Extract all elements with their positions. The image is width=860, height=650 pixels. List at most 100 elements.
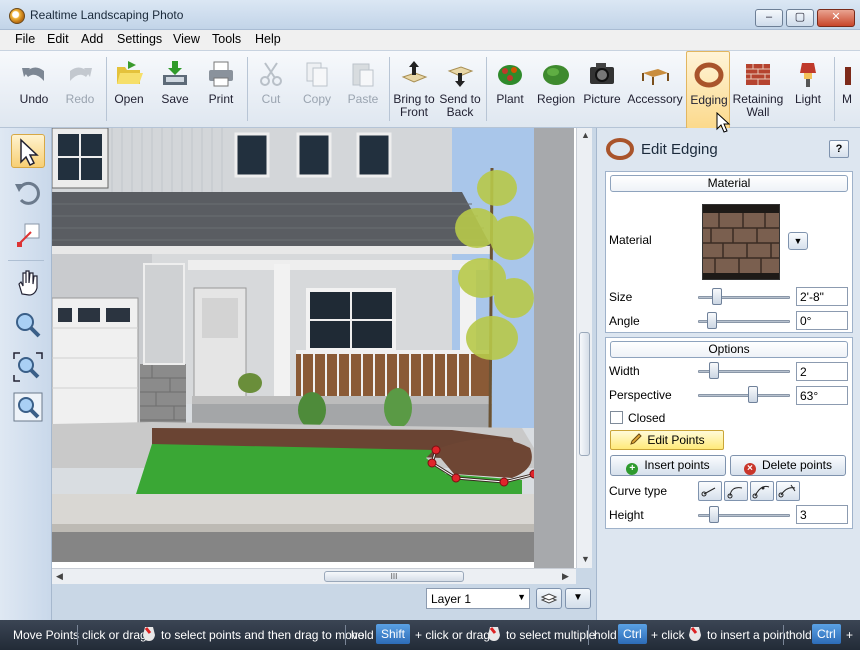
height-field[interactable]: 3 xyxy=(796,505,848,524)
curve-arc-button[interactable] xyxy=(724,481,748,501)
resize-tool[interactable] xyxy=(11,218,45,252)
tool-palette xyxy=(0,128,52,620)
maximize-button[interactable]: ▢ xyxy=(786,9,814,27)
undo-button[interactable]: Undo xyxy=(8,51,60,129)
help-button[interactable]: ? xyxy=(829,140,849,158)
closed-checkbox[interactable] xyxy=(610,411,623,424)
perspective-field[interactable]: 63° xyxy=(796,386,848,405)
zoom-tool[interactable] xyxy=(11,308,45,342)
layers-button[interactable] xyxy=(536,588,562,609)
house-photo-image xyxy=(52,128,534,562)
material-group: Material Material ▼ Size 2'-8" Angle 0° xyxy=(605,171,853,333)
accessory-button[interactable]: Accessory xyxy=(627,51,683,129)
mouse-left-click-icon xyxy=(689,627,701,641)
menu-tools[interactable]: Tools xyxy=(212,32,241,46)
curve-bezier-button[interactable] xyxy=(776,481,800,501)
curve-arc-icon xyxy=(727,487,743,499)
more-toolbar-button[interactable]: M xyxy=(836,51,860,129)
size-field[interactable]: 2'-8" xyxy=(796,287,848,306)
close-button[interactable]: ✕ xyxy=(817,9,855,27)
layer-select-value: Layer 1 xyxy=(431,592,472,606)
camera-icon xyxy=(590,63,614,84)
window-title: Realtime Landscaping Photo xyxy=(30,8,184,22)
minimize-button[interactable]: – xyxy=(755,9,783,27)
photo-canvas[interactable] xyxy=(52,128,592,568)
zoom-region-tool[interactable] xyxy=(11,350,45,384)
panel-title: Edit Edging xyxy=(641,141,718,158)
size-slider-thumb[interactable] xyxy=(712,288,722,305)
delete-points-button[interactable]: × Delete points xyxy=(730,455,846,476)
material-dropdown-button[interactable]: ▼ xyxy=(788,232,808,250)
retaining-wall-button[interactable]: Retaining Wall xyxy=(732,51,784,129)
resize-icon xyxy=(17,223,40,247)
material-preview[interactable] xyxy=(702,204,780,280)
width-slider-thumb[interactable] xyxy=(709,362,719,379)
ctrl-key-badge: Ctrl xyxy=(812,624,841,644)
save-button[interactable]: Save xyxy=(149,51,201,129)
scroll-up-icon[interactable]: ▲ xyxy=(581,130,590,140)
house-photo[interactable] xyxy=(52,128,534,562)
hand-icon xyxy=(18,270,38,296)
redo-button[interactable]: Redo xyxy=(54,51,106,129)
layers-icon xyxy=(540,593,558,604)
plant-button[interactable]: Plant xyxy=(484,51,536,129)
mouse-cursor-icon xyxy=(716,112,731,133)
angle-field[interactable]: 0° xyxy=(796,311,848,330)
curve-straight-icon xyxy=(701,487,716,497)
status-mode: Move Points xyxy=(13,628,80,642)
region-icon xyxy=(543,65,569,85)
menu-settings[interactable]: Settings xyxy=(117,32,162,46)
scroll-down-icon[interactable]: ▼ xyxy=(581,554,590,564)
paste-button[interactable]: Paste xyxy=(337,51,389,129)
scroll-right-icon[interactable]: ▶ xyxy=(562,571,569,582)
lamp-icon xyxy=(800,63,816,87)
menu-edit[interactable]: Edit xyxy=(47,32,69,46)
height-slider-thumb[interactable] xyxy=(709,506,719,523)
shift-key-badge: Shift xyxy=(376,624,411,644)
panel-header: Edit Edging ? xyxy=(597,128,860,168)
more-icon xyxy=(845,67,851,85)
x-circle-icon: × xyxy=(743,463,756,475)
select-tool[interactable] xyxy=(11,134,45,168)
horizontal-scroll-thumb[interactable]: III xyxy=(324,571,464,582)
curve-line-button[interactable] xyxy=(698,481,722,501)
perspective-slider[interactable] xyxy=(698,394,790,397)
vertical-scroll-thumb[interactable] xyxy=(579,332,590,456)
scroll-left-icon[interactable]: ◀ xyxy=(56,571,63,582)
menu-view[interactable]: View xyxy=(173,32,200,46)
print-button[interactable]: Print xyxy=(195,51,247,129)
region-button[interactable]: Region xyxy=(530,51,582,129)
horizontal-scrollbar[interactable]: ◀ III ▶ xyxy=(52,568,576,584)
cut-button[interactable]: Cut xyxy=(245,51,297,129)
menu-add[interactable]: Add xyxy=(81,32,103,46)
insert-points-button[interactable]: + Insert points xyxy=(610,455,726,476)
light-button[interactable]: Light xyxy=(782,51,834,129)
menu-help[interactable]: Help xyxy=(255,32,281,46)
perspective-slider-thumb[interactable] xyxy=(748,386,758,403)
zoom-fit-tool[interactable] xyxy=(11,390,45,424)
curve-spline-button[interactable] xyxy=(750,481,774,501)
chevron-down-icon: ▼ xyxy=(517,592,526,602)
options-group: Options Width 2 Perspective 63° Closed E… xyxy=(605,337,853,529)
edit-points-button[interactable]: Edit Points xyxy=(610,430,724,450)
brick-wall-icon xyxy=(746,64,770,85)
send-to-back-icon xyxy=(447,66,474,87)
magnifier-icon xyxy=(16,313,41,338)
curve-bezier-icon xyxy=(778,484,796,498)
chevron-down-icon: ▼ xyxy=(793,236,803,246)
angle-slider-thumb[interactable] xyxy=(707,312,717,329)
copy-button[interactable]: Copy xyxy=(291,51,343,129)
layer-menu-button[interactable]: ▼ xyxy=(565,588,591,609)
send-to-back-button[interactable]: Send to Back xyxy=(434,51,486,129)
canvas-margin xyxy=(534,128,574,568)
rotate-tool[interactable] xyxy=(11,176,45,210)
menu-file[interactable]: File xyxy=(15,32,35,46)
vertical-scrollbar[interactable]: ▲ ▼ xyxy=(576,128,592,568)
layer-select[interactable]: Layer 1 ▼ xyxy=(426,588,530,609)
open-button[interactable]: Open xyxy=(103,51,155,129)
pan-tool[interactable] xyxy=(11,266,45,300)
picture-button[interactable]: Picture xyxy=(576,51,628,129)
width-field[interactable]: 2 xyxy=(796,362,848,381)
size-label: Size xyxy=(609,290,633,304)
ctrl-key-badge: Ctrl xyxy=(618,624,647,644)
